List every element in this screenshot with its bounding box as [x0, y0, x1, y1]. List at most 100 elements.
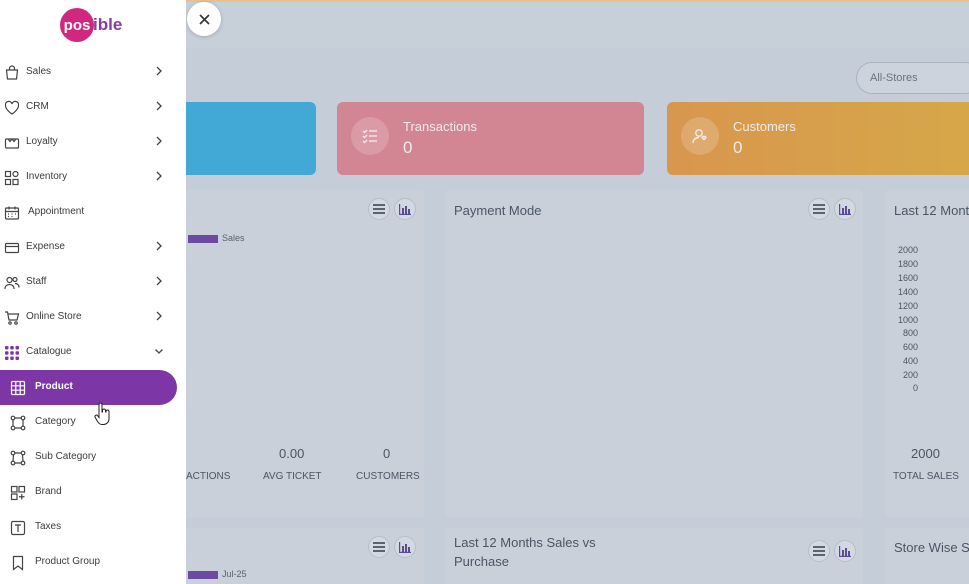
sidebar-subitem-product[interactable]: Product — [0, 370, 177, 405]
cart-icon — [5, 311, 20, 325]
gift-card-icon — [4, 138, 20, 149]
calendar-icon — [4, 206, 20, 220]
close-sidebar-button[interactable] — [187, 2, 221, 36]
sidebar-subitem-taxes[interactable]: Taxes — [0, 510, 186, 545]
legend-label: Sales — [222, 233, 245, 243]
chevron-right-icon — [156, 171, 162, 181]
sidebar-item-label: Sub Category — [35, 451, 97, 462]
logo-mark: pos — [60, 8, 94, 42]
people-icon — [4, 276, 20, 290]
chevron-down-icon — [155, 349, 163, 354]
chevron-right-icon — [156, 101, 162, 111]
credit-card-icon — [4, 242, 20, 254]
y-tick: 400 — [902, 356, 918, 366]
sidebar-item-label: Inventory — [26, 171, 68, 182]
y-tick: 2000 — [897, 245, 918, 255]
heart-icon — [4, 100, 20, 115]
y-tick: 1000 — [897, 315, 918, 325]
chevron-right-icon — [156, 241, 162, 251]
sidebar-item-staff[interactable]: Staff — [0, 265, 186, 300]
metric-label: AVG TICKET — [263, 471, 322, 482]
sidebar-item-label: Online Store — [26, 311, 82, 322]
list-view-icon[interactable] — [808, 198, 830, 220]
chevron-right-icon — [156, 66, 162, 76]
sidebar: pos ible Sales CRM Loyalty Inventory App… — [0, 0, 186, 584]
sidebar-item-loyalty[interactable]: Loyalty — [0, 125, 186, 160]
logo-text: ible — [93, 15, 123, 34]
sidebar-item-sales[interactable]: Sales — [0, 55, 186, 90]
user-heart-icon — [681, 117, 719, 155]
sub-category-nodes-icon — [10, 450, 26, 466]
sidebar-subitem-product-group[interactable]: Product Group — [0, 545, 186, 580]
bottom-panel-left: Jul-25 — [180, 528, 424, 584]
sidebar-item-label: Product — [35, 381, 73, 392]
bar-chart-icon[interactable] — [394, 536, 416, 558]
sidebar-subitem-sub-category[interactable]: Sub Category — [0, 440, 186, 475]
y-tick: 1200 — [897, 301, 918, 311]
list-view-icon[interactable] — [368, 198, 390, 220]
product-grid-icon — [10, 380, 26, 396]
brand-logo[interactable]: pos ible — [60, 8, 122, 42]
stat-label: Customers — [733, 119, 796, 134]
panel-title: Last 12 Mont — [894, 203, 969, 218]
stat-label: Transactions — [403, 119, 477, 134]
boxes-icon — [4, 170, 19, 186]
stat-value: 0 — [733, 138, 743, 157]
metric-label: ACTIONS — [186, 471, 231, 482]
sidebar-item-expense[interactable]: Expense — [0, 230, 186, 265]
y-tick: 1600 — [897, 273, 918, 283]
legend-swatch — [188, 235, 218, 243]
chevron-right-icon — [156, 311, 162, 321]
sidebar-item-label: Product Group — [35, 556, 101, 567]
bar-chart-icon[interactable] — [834, 540, 856, 562]
sidebar-item-label: Appointment — [28, 206, 85, 217]
legend-swatch — [188, 571, 218, 579]
sidebar-item-inventory[interactable]: Inventory — [0, 160, 186, 195]
chevron-right-icon — [156, 276, 162, 286]
sidebar-item-label: Expense — [26, 241, 65, 252]
legend-label: Jul-25 — [222, 569, 247, 579]
sidebar-item-label: Sales — [26, 66, 52, 77]
store-wise-panel: Store Wise S — [886, 528, 969, 584]
y-tick: 1400 — [897, 287, 918, 297]
chevron-right-icon — [156, 136, 162, 146]
sidebar-item-online-store[interactable]: Online Store — [0, 300, 186, 335]
sidebar-item-label: Staff — [26, 276, 47, 287]
grid-dots-icon — [5, 346, 19, 360]
category-nodes-icon — [10, 415, 26, 431]
sidebar-item-label: Taxes — [35, 521, 62, 532]
list-view-icon[interactable] — [368, 536, 390, 558]
sidebar-subitem-category[interactable]: Category — [0, 405, 186, 440]
y-tick: 800 — [902, 328, 918, 338]
sidebar-item-label: Brand — [35, 486, 62, 497]
list-view-icon[interactable] — [808, 540, 830, 562]
last-12-months-panel: Last 12 Mont — [886, 190, 969, 518]
bar-chart-icon[interactable] — [834, 198, 856, 220]
bookmark-icon — [12, 555, 24, 571]
y-tick: 0 — [912, 383, 918, 393]
bar-chart-icon[interactable] — [394, 198, 416, 220]
checklist-icon — [351, 117, 389, 155]
sidebar-item-label: Category — [35, 416, 76, 427]
y-tick: 1800 — [897, 259, 918, 269]
panel-title-line: Last 12 Months Sales vs — [454, 535, 596, 550]
store-filter-select[interactable]: All-Stores — [856, 62, 969, 94]
stat-card-transactions: Transactions 0 — [337, 102, 644, 175]
stat-card-customers: Customers 0 — [667, 102, 969, 175]
hand-pointer-icon — [94, 402, 110, 425]
payment-mode-panel: Payment Mode — [446, 190, 863, 518]
sidebar-item-label: Catalogue — [26, 346, 72, 357]
sidebar-item-crm[interactable]: CRM — [0, 90, 186, 125]
brand-layout-icon — [10, 485, 26, 501]
metric-label: CUSTOMERS — [356, 471, 420, 482]
sidebar-subitem-brand[interactable]: Brand — [0, 475, 186, 510]
sidebar-item-appointment[interactable]: Appointment — [0, 195, 186, 230]
panel-title-line: Purchase — [454, 554, 509, 569]
sidebar-item-catalogue[interactable]: Catalogue — [0, 335, 186, 370]
metric-value: 0 — [383, 446, 391, 461]
panel-title: Store Wise S — [894, 540, 969, 555]
metric-label: TOTAL SALES — [893, 471, 959, 482]
sales-vs-purchase-panel: Last 12 Months Sales vs Purchase — [446, 528, 863, 584]
sales-panel: Sales ACTIONS 0.00 AVG TICKET 0 CUSTOMER… — [180, 190, 424, 518]
y-tick: 600 — [902, 342, 918, 352]
